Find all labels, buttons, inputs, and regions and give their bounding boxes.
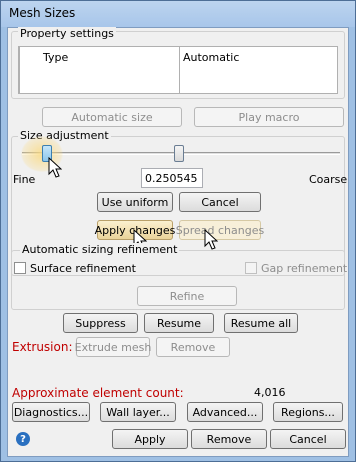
resume-all-button[interactable]: Resume all [224,313,298,333]
spread-changes-button[interactable]: Spread changes [176,220,264,240]
extrusion-label: Extrusion: [12,340,73,354]
size-value-field[interactable]: 0.250545 [141,168,203,188]
surface-refinement-checkbox[interactable] [14,262,26,274]
column-automatic: Automatic [183,51,240,64]
size-slider-reference-thumb[interactable] [174,145,184,162]
surface-refinement-label: Surface refinement [30,262,136,275]
extrude-mesh-button[interactable]: Extrude mesh [75,337,151,357]
property-settings-title: Property settings [18,27,116,40]
title-bar: Mesh Sizes [1,1,355,27]
wall-layer-button[interactable]: Wall layer... [100,402,176,422]
refine-button[interactable]: Refine [137,286,237,306]
use-uniform-button[interactable]: Use uniform [97,192,173,212]
help-icon[interactable]: ? [16,432,30,446]
cancel-adjustment-button[interactable]: Cancel [179,192,261,212]
gap-refinement-checkbox[interactable] [245,262,257,274]
gap-refinement-label: Gap refinement [261,262,348,275]
apply-button[interactable]: Apply [112,429,188,449]
property-table[interactable]: Type Automatic [18,46,338,94]
mesh-sizes-window: Mesh Sizes Property settings Type Automa… [0,0,356,462]
remove-button[interactable]: Remove [191,429,267,449]
advanced-button[interactable]: Advanced... [187,402,263,422]
automatic-size-button[interactable]: Automatic size [42,107,182,127]
element-count-value: 4,016 [254,386,286,399]
play-macro-button[interactable]: Play macro [194,107,344,127]
regions-button[interactable]: Regions... [273,402,343,422]
fine-label: Fine [13,173,36,186]
dialog-body: Property settings Type Automatic Automat… [7,27,349,457]
mouse-pointer-icon [48,157,62,178]
window-title: Mesh Sizes [9,6,76,20]
diagnostics-button[interactable]: Diagnostics... [12,402,90,422]
resume-button[interactable]: Resume [144,313,214,333]
column-type: Type [43,51,69,64]
coarse-label: Coarse [309,173,348,186]
mouse-pointer-icon [204,229,218,250]
element-count-label: Approximate element count: [12,386,184,400]
cancel-button[interactable]: Cancel [270,429,346,449]
extrusion-remove-button[interactable]: Remove [156,337,230,357]
suppress-button[interactable]: Suppress [63,313,138,333]
refinement-title: Automatic sizing refinement [20,243,180,256]
